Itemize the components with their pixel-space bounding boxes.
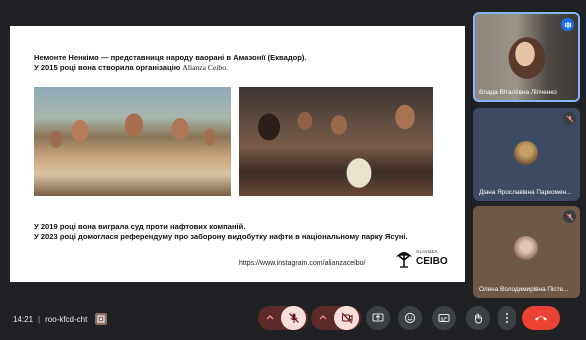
organization-name: Alianza Ceibo.: [182, 62, 228, 72]
more-icon: [506, 313, 508, 323]
meet-window: Немонте Ненкімо — представниця народу ва…: [0, 0, 586, 340]
raise-hand-icon: [475, 313, 482, 324]
alianza-ceibo-logo: ALIANZA CEIBO: [394, 248, 448, 270]
avatar: [514, 141, 538, 165]
participant-tile-2[interactable]: Діана Ярославівна Паркомен...: [473, 108, 580, 201]
slide-intro-line-1: Немонте Ненкімо — представниця народу ва…: [34, 53, 307, 62]
end-call-button[interactable]: [522, 306, 560, 330]
more-options-button[interactable]: [498, 306, 516, 330]
slide-achievement-line-1: У 2019 році вона виграла суд проти нафто…: [34, 222, 246, 231]
control-bar: 14:21 | roo-kfcd-cht: [0, 300, 586, 340]
audio-bars-icon: [561, 18, 574, 31]
presented-slide: Немонте Ненкімо — представниця народу ва…: [10, 26, 465, 282]
chevron-up-icon[interactable]: [265, 313, 275, 323]
slide-intro-line-2-text: У 2015 році вона створила організацію: [34, 62, 183, 72]
microphone-control: [258, 306, 308, 330]
instagram-url: https://www.instagram.com/alianzaceibo/: [239, 260, 366, 267]
emoji-icon: [404, 312, 416, 324]
meeting-info: 14:21 | roo-kfcd-cht: [13, 313, 108, 325]
avatar: [514, 236, 538, 260]
menu-icon[interactable]: [95, 313, 108, 325]
captions-button[interactable]: [432, 306, 456, 330]
community-photo: [239, 87, 433, 196]
chevron-up-icon[interactable]: [318, 313, 328, 323]
slide-achievements-text: У 2019 році вона виграла суд проти нафто…: [34, 222, 408, 241]
meeting-code[interactable]: roo-kfcd-cht: [45, 315, 87, 324]
camera-off-icon[interactable]: [334, 306, 359, 330]
mic-off-icon: [563, 210, 576, 223]
logo-small-text: ALIANZA: [416, 249, 438, 254]
participant-name: Олена Володимирівна Пісте...: [479, 286, 569, 293]
present-icon: [372, 313, 384, 322]
raise-hand-button[interactable]: [466, 306, 490, 330]
present-button[interactable]: [366, 306, 390, 330]
meeting-time: 14:21: [13, 314, 34, 324]
captions-icon: [438, 314, 450, 322]
participant-tile-3[interactable]: Олена Володимирівна Пісте...: [473, 206, 580, 298]
tree-icon: [396, 252, 412, 268]
participant-name: Діана Ярославівна Паркомен...: [479, 189, 572, 196]
mic-off-icon[interactable]: [281, 306, 306, 330]
mic-off-icon: [563, 112, 576, 125]
participant-name: Влада Віталіївна Ліпченко: [479, 89, 557, 96]
end-call-icon: [535, 316, 547, 321]
camera-control: [311, 306, 361, 330]
reactions-button[interactable]: [398, 306, 422, 330]
slide-intro-text: Немонте Ненкімо — представниця народу ва…: [34, 53, 307, 72]
meeting-separator: |: [38, 314, 41, 324]
protest-photo: [34, 87, 231, 196]
slide-achievement-line-2: У 2023 році домоглася референдуму про за…: [34, 231, 408, 241]
logo-big-text: CEIBO: [416, 256, 448, 267]
slide-intro-line-2: У 2015 році вона створила організацію Al…: [34, 63, 307, 73]
participant-tile-1[interactable]: Влада Віталіївна Ліпченко: [473, 12, 580, 102]
